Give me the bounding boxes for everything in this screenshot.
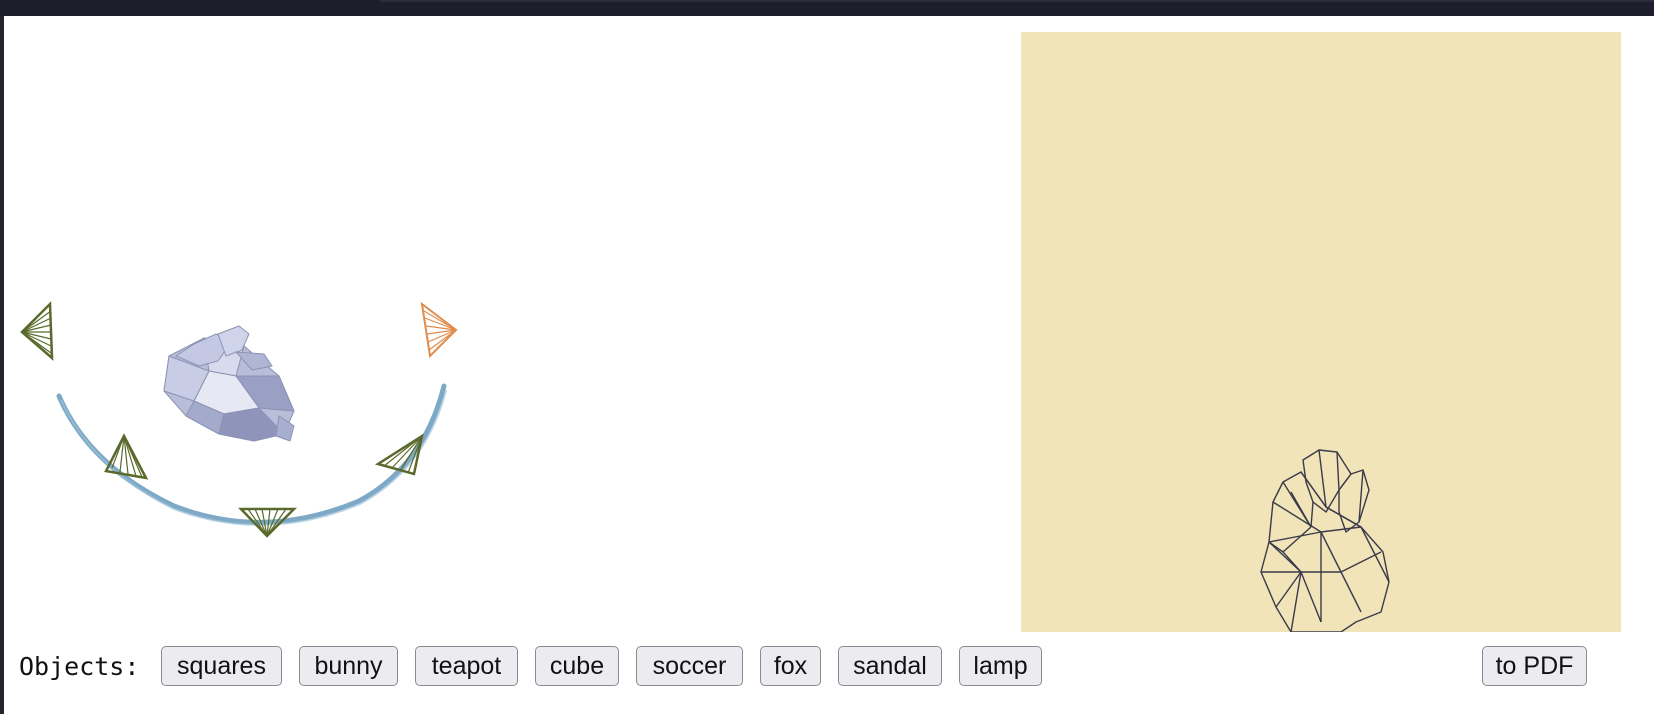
- camera-frustum-lower-left: [104, 433, 149, 480]
- bunny-3d-model: [163, 325, 295, 442]
- object-button-bunny[interactable]: bunny: [299, 646, 398, 686]
- object-button-teapot[interactable]: teapot: [415, 646, 518, 686]
- controls-bar: Objects: squares bunny teapot cube socce…: [0, 642, 1654, 692]
- object-button-sandal[interactable]: sandal: [838, 646, 942, 686]
- object-button-fox[interactable]: fox: [760, 646, 821, 686]
- objects-label: Objects:: [19, 652, 140, 681]
- window-top-bar: [0, 0, 1654, 16]
- render-output-canvas[interactable]: [1021, 32, 1621, 632]
- camera-frustum-left: [20, 301, 54, 361]
- active-camera-frustum: [420, 301, 458, 359]
- top-bar-highlight: [380, 0, 1654, 2]
- object-button-squares[interactable]: squares: [161, 646, 282, 686]
- to-pdf-button[interactable]: to PDF: [1482, 646, 1587, 686]
- 3d-scene-view[interactable]: [4, 16, 1004, 626]
- object-button-lamp[interactable]: lamp: [959, 646, 1042, 686]
- object-button-soccer[interactable]: soccer: [636, 646, 743, 686]
- bunny-wireframe: [1260, 449, 1390, 632]
- object-button-cube[interactable]: cube: [535, 646, 619, 686]
